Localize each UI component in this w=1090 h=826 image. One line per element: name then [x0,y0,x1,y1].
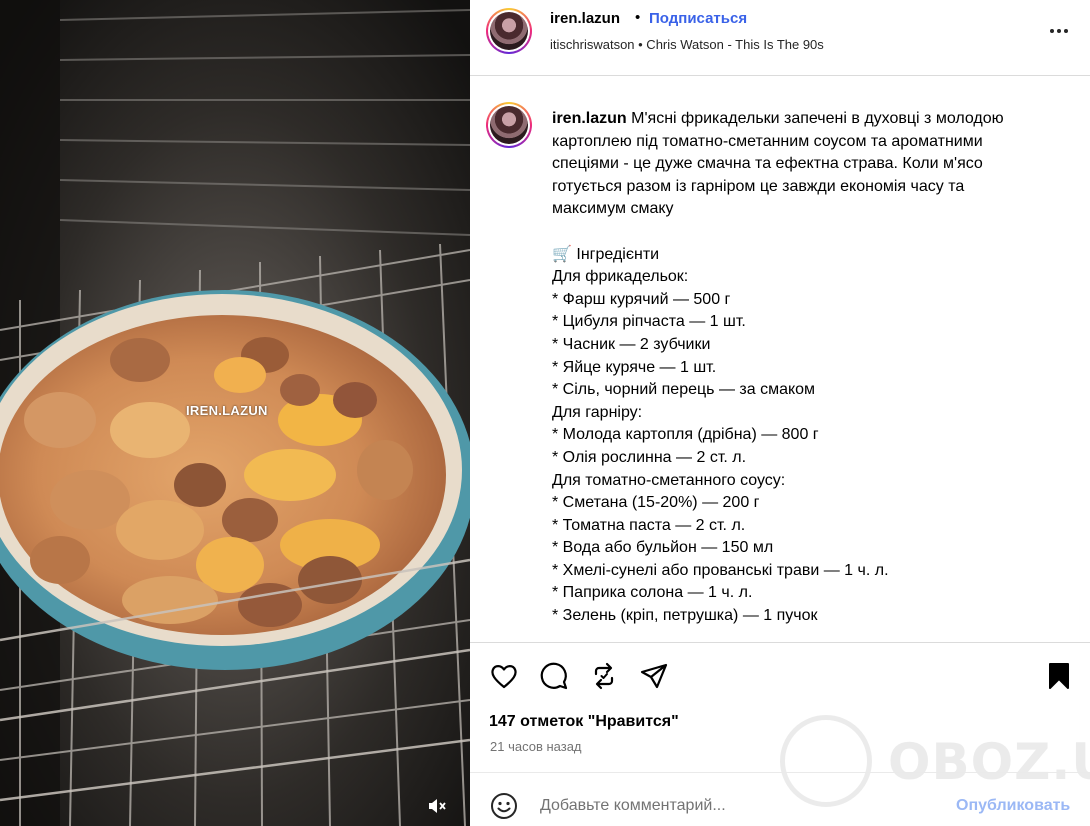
ingredient-line: * Хмелі-сунелі або прованські трави — 1 … [552,561,889,579]
caption-text-line: максимум смаку [552,200,674,218]
post-panel: iren.lazun • Подписаться itischriswatson… [470,0,1090,826]
caption-text-line: спеціями - це дуже смачна та ефектна стр… [552,155,983,173]
caption-text-line: картоплею під томатно-сметанним соусом т… [552,132,983,150]
follow-button[interactable]: Подписаться [649,10,747,27]
divider [470,772,1090,773]
avatar[interactable] [486,8,532,54]
post-caption: iren.lazun М'ясні фрикадельки запечені в… [552,108,1052,628]
ingredient-line: * Цибуля ріпчаста — 1 шт. [552,313,746,331]
speaker-muted-icon[interactable] [424,794,450,818]
shopping-cart-icon: 🛒 [552,245,572,263]
ingredient-line: * Яйце куряче — 1 шт. [552,358,717,376]
ingredient-line: * Томатна паста — 2 ст. л. [552,516,746,534]
comment-input[interactable] [540,794,940,818]
caption-text-line: М'ясні фрикадельки запечені в духовці з … [631,110,1004,127]
ingredient-line: * Молода картопля (дрібна) — 800 г [552,426,819,444]
ingredient-line: Для фрикадельок: [552,268,689,286]
ingredient-line: * Олія рослинна — 2 ст. л. [552,448,747,466]
share-icon[interactable] [638,660,670,692]
repost-icon[interactable] [588,660,620,692]
post-media[interactable]: IREN.LAZUN [0,0,470,826]
post-header: iren.lazun • Подписаться itischriswatson… [470,0,1090,76]
publish-button[interactable]: Опубликовать [956,797,1070,815]
caption-text-line: готується разом із гарніром це завжди ек… [552,177,965,195]
bookmark-icon[interactable] [1043,660,1075,692]
emoji-smile-icon[interactable] [490,792,518,820]
post-timestamp[interactable]: 21 часов назад [490,739,582,754]
ingredient-line: * Зелень (кріп, петрушка) — 1 пучок [552,607,818,625]
ingredient-line: * Сіль, чорний перець — за смаком [552,381,816,399]
media-overlay-tag: IREN.LAZUN [186,403,268,418]
caption-username[interactable]: iren.lazun [552,110,627,127]
ingredient-line: * Паприка солона — 1 ч. л. [552,584,753,602]
more-options-icon[interactable] [1044,22,1074,40]
likes-count[interactable]: 147 отметок "Нравится" [489,713,679,731]
ingredient-line: * Вода або бульйон — 150 мл [552,539,774,557]
heart-icon[interactable] [488,660,520,692]
ingredient-line: Для томатно-сметанного соусу: [552,471,786,489]
ingredient-line: * Сметана (15-20%) — 200 г [552,494,760,512]
audio-track-link[interactable]: itischriswatson • Chris Watson - This Is… [550,37,824,52]
divider [470,642,1090,643]
separator-dot: • [635,9,641,26]
comment-icon[interactable] [538,660,570,692]
ingredients-heading: Інгредієнти [576,245,660,263]
author-username[interactable]: iren.lazun [550,10,620,27]
ingredient-line: * Часник — 2 зубчики [552,335,711,353]
ingredient-line: Для гарніру: [552,403,643,421]
ingredient-line: * Фарш курячий — 500 г [552,290,731,308]
caption-avatar[interactable] [486,102,532,148]
watermark-text: OBOZ.UA [888,733,1090,791]
